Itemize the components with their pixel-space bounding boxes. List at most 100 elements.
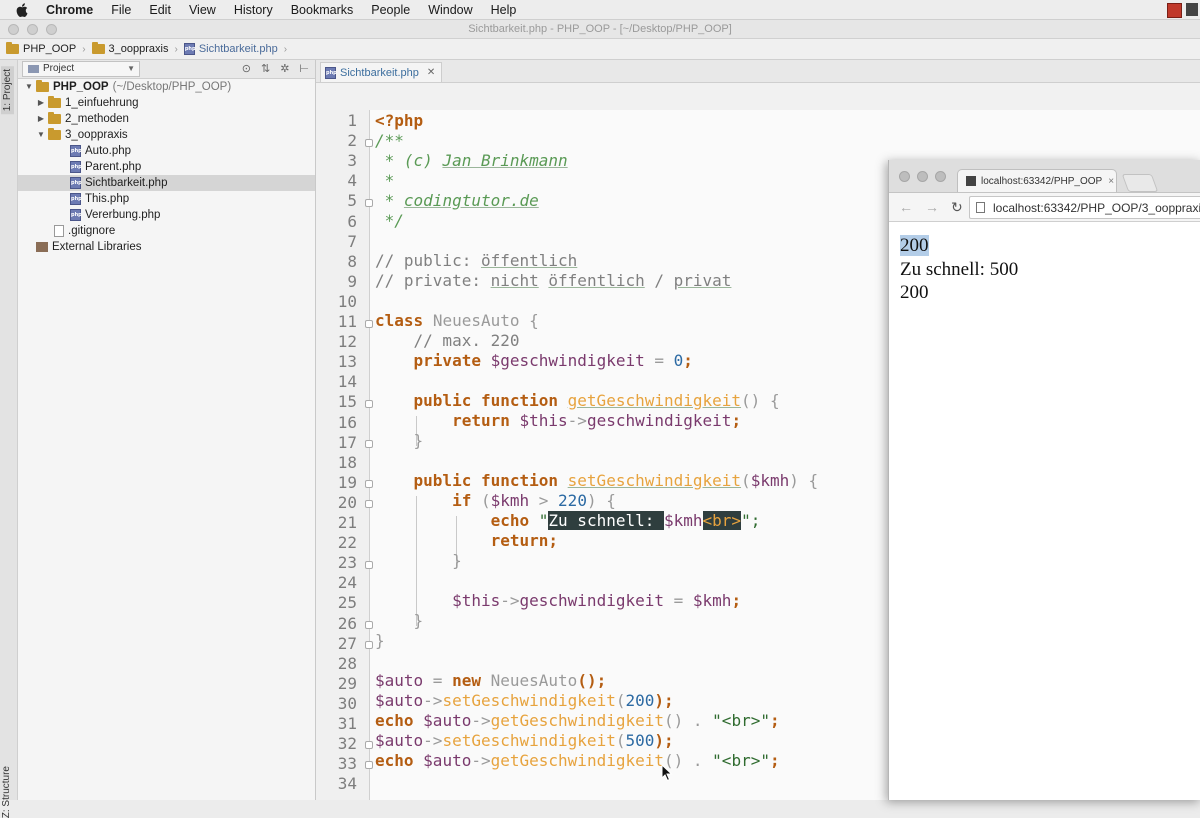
collapsed-arrow-icon[interactable]: ▶ bbox=[36, 111, 46, 127]
menu-app-name[interactable]: Chrome bbox=[46, 3, 93, 17]
tree-item-file[interactable]: php Vererbung.php bbox=[18, 207, 315, 223]
line-number[interactable]: 14 bbox=[338, 372, 357, 391]
line-number[interactable]: 17 bbox=[338, 433, 357, 452]
line-number[interactable]: 23 bbox=[338, 553, 357, 572]
line-number[interactable]: 16 bbox=[338, 413, 357, 432]
breadcrumb-item-folder[interactable]: 3_ooppraxis › bbox=[91, 42, 178, 55]
hide-panel-icon[interactable]: ⊢ bbox=[299, 62, 309, 75]
project-view-select[interactable]: Project ▼ bbox=[22, 61, 140, 77]
menu-window[interactable]: Window bbox=[428, 3, 472, 17]
tree-item-root[interactable]: ▼ PHP_OOP (~/Desktop/PHP_OOP) bbox=[18, 79, 315, 95]
reload-icon[interactable]: ↻ bbox=[951, 199, 963, 216]
close-icon[interactable]: × bbox=[1108, 176, 1114, 187]
line-number[interactable]: 3 bbox=[347, 151, 357, 170]
fold-marker-icon[interactable] bbox=[365, 480, 373, 488]
fold-marker-icon[interactable] bbox=[365, 641, 373, 649]
line-number[interactable]: 33 bbox=[338, 754, 357, 773]
browser-zoom-button[interactable] bbox=[935, 171, 946, 182]
fold-marker-icon[interactable] bbox=[365, 500, 373, 508]
line-number[interactable]: 32 bbox=[338, 734, 357, 753]
breadcrumb-item-file[interactable]: php Sichtbarkeit.php › bbox=[183, 43, 287, 55]
line-number[interactable]: 27 bbox=[338, 634, 357, 653]
line-number[interactable]: 21 bbox=[338, 513, 357, 532]
line-number[interactable]: 15 bbox=[338, 392, 357, 411]
status-extra-icon[interactable] bbox=[1186, 3, 1198, 16]
minimize-window-button[interactable] bbox=[27, 24, 38, 35]
fold-marker-icon[interactable] bbox=[365, 761, 373, 769]
expanded-arrow-icon[interactable]: ▼ bbox=[24, 79, 34, 95]
line-number[interactable]: 18 bbox=[338, 453, 357, 472]
new-tab-button[interactable] bbox=[1121, 174, 1159, 192]
editor-tab-sichtbarkeit[interactable]: php Sichtbarkeit.php ✕ bbox=[320, 62, 443, 82]
tree-item-folder[interactable]: ▼ 3_ooppraxis bbox=[18, 127, 315, 143]
tree-item-file[interactable]: php Parent.php bbox=[18, 159, 315, 175]
close-icon[interactable]: ✕ bbox=[427, 67, 435, 78]
line-number[interactable]: 4 bbox=[347, 171, 357, 190]
line-number[interactable]: 31 bbox=[338, 714, 357, 733]
line-number[interactable]: 13 bbox=[338, 352, 357, 371]
tree-item-folder[interactable]: ▶ 1_einfuehrung bbox=[18, 95, 315, 111]
fold-marker-icon[interactable] bbox=[365, 440, 373, 448]
line-number[interactable]: 10 bbox=[338, 292, 357, 311]
menu-history[interactable]: History bbox=[234, 3, 273, 17]
line-number[interactable]: 25 bbox=[338, 593, 357, 612]
status-app-icon[interactable] bbox=[1167, 3, 1182, 18]
fold-marker-icon[interactable] bbox=[365, 561, 373, 569]
tree-item-file[interactable]: php This.php bbox=[18, 191, 315, 207]
line-number[interactable]: 19 bbox=[338, 473, 357, 492]
line-number[interactable]: 29 bbox=[338, 674, 357, 693]
tree-item-libraries[interactable]: External Libraries bbox=[18, 239, 315, 255]
code-line: $auto->setGeschwindigkeit(200); bbox=[375, 691, 674, 710]
fold-marker-icon[interactable] bbox=[365, 199, 373, 207]
menu-file[interactable]: File bbox=[111, 3, 131, 17]
line-number[interactable]: 26 bbox=[338, 614, 357, 633]
fold-marker-icon[interactable] bbox=[365, 621, 373, 629]
line-number[interactable]: 6 bbox=[347, 212, 357, 231]
line-number[interactable]: 11 bbox=[338, 312, 357, 331]
project-tool-tab[interactable]: 1: Project bbox=[1, 66, 14, 115]
gear-icon[interactable]: ✲ bbox=[280, 62, 289, 75]
apple-icon[interactable] bbox=[16, 2, 32, 17]
menu-edit[interactable]: Edit bbox=[149, 3, 171, 17]
line-number[interactable]: 30 bbox=[338, 694, 357, 713]
line-number[interactable]: 9 bbox=[347, 272, 357, 291]
expanded-arrow-icon[interactable]: ▼ bbox=[36, 127, 46, 143]
collapse-all-icon[interactable]: ⇅ bbox=[261, 62, 270, 75]
fold-marker-icon[interactable] bbox=[365, 139, 373, 147]
back-arrow-icon[interactable]: ← bbox=[899, 199, 913, 215]
tree-item-folder[interactable]: ▶ 2_methoden bbox=[18, 111, 315, 127]
line-number[interactable]: 24 bbox=[338, 573, 357, 592]
tree-item-file[interactable]: .gitignore bbox=[18, 223, 315, 239]
tree-item-file-selected[interactable]: php Sichtbarkeit.php bbox=[18, 175, 315, 191]
line-number[interactable]: 7 bbox=[347, 232, 357, 251]
structure-tool-tab[interactable]: Z: Structure bbox=[1, 766, 12, 818]
breadcrumb-item-project[interactable]: PHP_OOP › bbox=[6, 42, 86, 55]
close-window-button[interactable] bbox=[8, 24, 19, 35]
line-number[interactable]: 12 bbox=[338, 332, 357, 351]
fold-marker-icon[interactable] bbox=[365, 400, 373, 408]
line-number[interactable]: 22 bbox=[338, 533, 357, 552]
line-number[interactable]: 2 bbox=[347, 131, 357, 150]
line-number[interactable]: 28 bbox=[338, 654, 357, 673]
scroll-from-source-icon[interactable]: ⊙ bbox=[242, 62, 251, 75]
browser-close-button[interactable] bbox=[899, 171, 910, 182]
line-number[interactable]: 8 bbox=[347, 252, 357, 271]
tree-item-file[interactable]: php Auto.php bbox=[18, 143, 315, 159]
menu-help[interactable]: Help bbox=[491, 3, 517, 17]
zoom-window-button[interactable] bbox=[46, 24, 57, 35]
menu-bookmarks[interactable]: Bookmarks bbox=[291, 3, 354, 17]
collapsed-arrow-icon[interactable]: ▶ bbox=[36, 95, 46, 111]
fold-marker-icon[interactable] bbox=[365, 741, 373, 749]
line-number[interactable]: 1 bbox=[347, 111, 357, 130]
tree-item-label: External Libraries bbox=[52, 241, 142, 253]
line-number[interactable]: 34 bbox=[338, 774, 357, 793]
line-number[interactable]: 20 bbox=[338, 493, 357, 512]
line-number[interactable]: 5 bbox=[347, 191, 357, 210]
address-bar[interactable]: localhost:63342/PHP_OOP/3_ooppraxis bbox=[969, 196, 1200, 219]
forward-arrow-icon[interactable]: → bbox=[925, 199, 939, 215]
menu-view[interactable]: View bbox=[189, 3, 216, 17]
browser-tab[interactable]: localhost:63342/PHP_OOP × bbox=[957, 169, 1117, 192]
menu-people[interactable]: People bbox=[371, 3, 410, 17]
fold-marker-icon[interactable] bbox=[365, 320, 373, 328]
browser-minimize-button[interactable] bbox=[917, 171, 928, 182]
